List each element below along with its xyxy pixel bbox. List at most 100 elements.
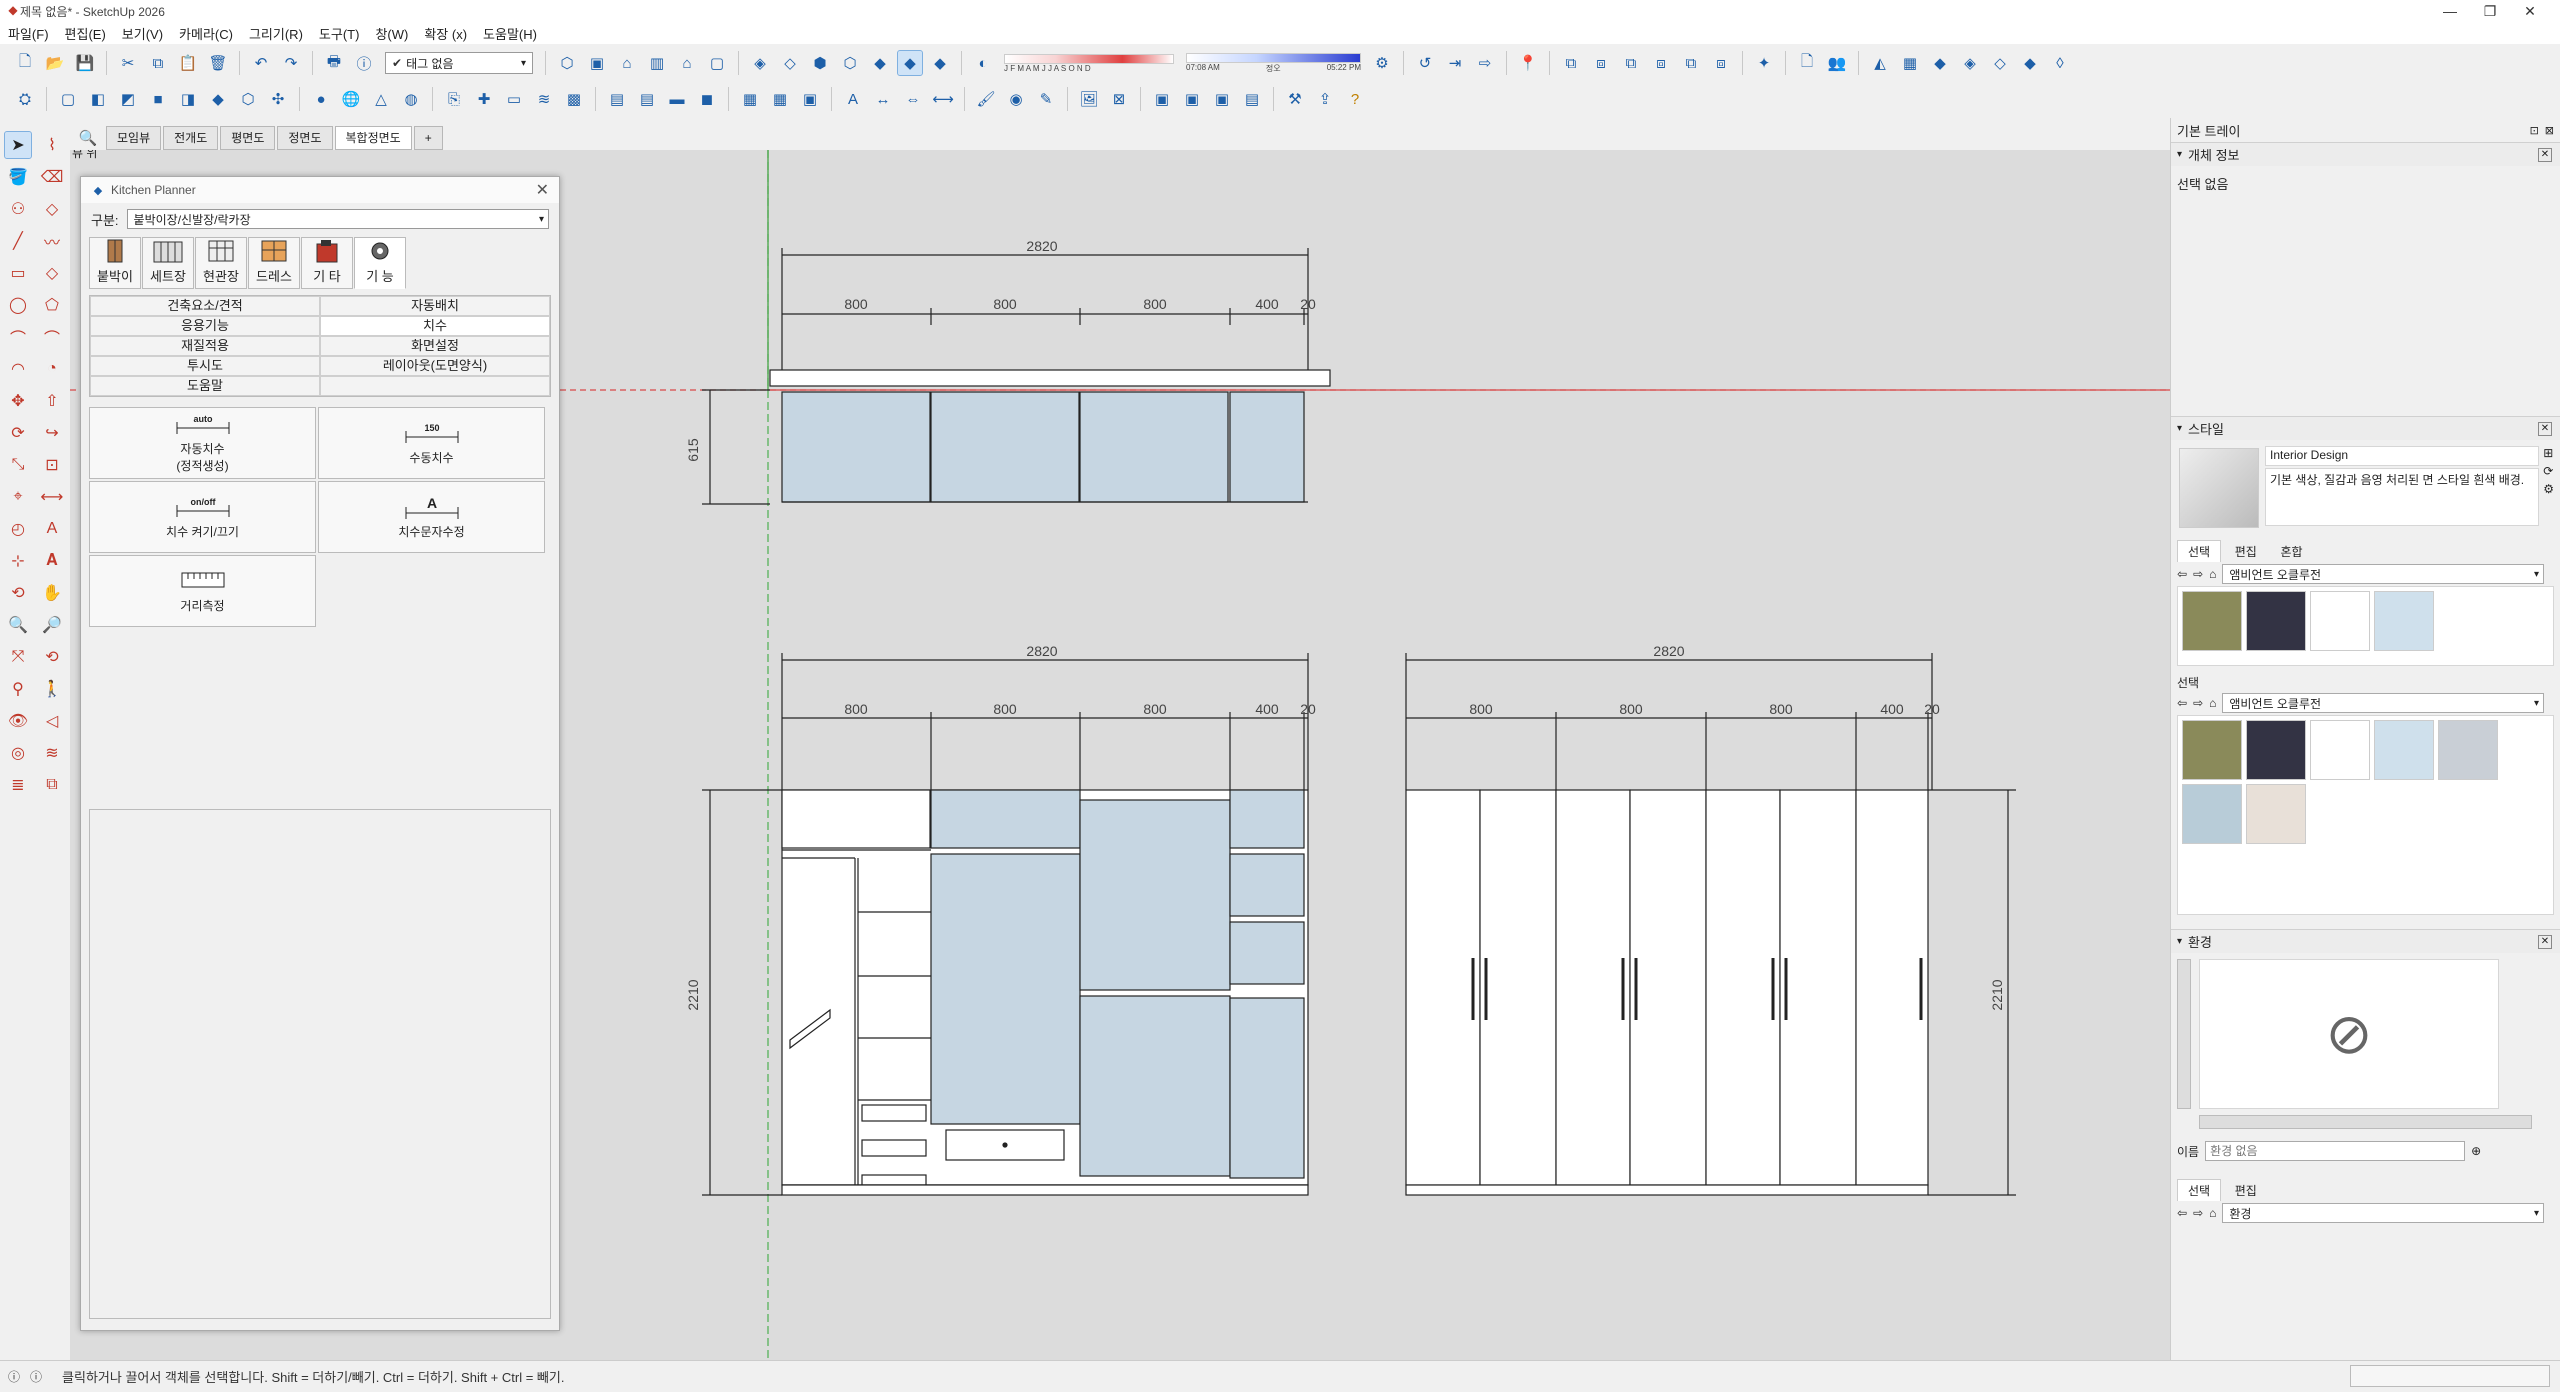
update-style-icon[interactable]: ⟳ (2543, 464, 2554, 478)
styles-tab-select[interactable]: 선택 (2177, 540, 2222, 562)
iso-view-icon[interactable]: ⬡ (555, 51, 579, 75)
freehand-icon[interactable]: 〰 (39, 228, 65, 254)
menu-auto-place[interactable]: 자동배치 (320, 296, 550, 316)
style-thumb-11[interactable] (2246, 784, 2306, 844)
layers-icon[interactable]: ≣ (5, 772, 31, 798)
sandbox-contours-icon[interactable]: ◭ (1868, 51, 1892, 75)
add-component-icon[interactable]: ✚ (472, 87, 496, 111)
layout-3-icon[interactable]: ▣ (1210, 87, 1234, 111)
walk-tool-icon[interactable]: 🚶 (39, 676, 65, 702)
shadow-time-slider[interactable]: 07:08 AM 정오 05:22 PM (1186, 52, 1361, 74)
pan-icon[interactable]: ✋ (39, 580, 65, 606)
paint-bucket-icon[interactable]: 🪣 (5, 164, 31, 190)
scene-search-icon[interactable]: 🔍 (73, 126, 103, 150)
panel-select-icon[interactable]: ▣ (798, 87, 822, 111)
environment-tab-select[interactable]: 선택 (2177, 1179, 2222, 1201)
paint-icon[interactable]: 🖌 (974, 87, 998, 111)
layout-1-icon[interactable]: ▣ (1150, 87, 1174, 111)
axes-icon[interactable]: ✣ (266, 87, 290, 111)
help-icon[interactable]: ? (1343, 87, 1367, 111)
move-icon[interactable]: ✥ (5, 388, 31, 414)
menu-camera[interactable]: 카메라(C) (171, 24, 241, 43)
close-button[interactable]: ✕ (2500, 0, 2560, 22)
paste-in-place-icon[interactable]: ⎘ (442, 87, 466, 111)
polygon-icon[interactable]: ⬠ (39, 292, 65, 318)
top-view-icon[interactable]: ▣ (585, 51, 609, 75)
dimension-toggle-button[interactable]: on/off 치수 켜기/끄기 (89, 481, 316, 553)
zoom-window-icon[interactable]: 🔎 (39, 612, 65, 638)
brick-icon[interactable]: ▩ (562, 87, 586, 111)
shaded-textures-icon[interactable]: ◆ (897, 50, 923, 76)
menu-building-estimate[interactable]: 건축요소/견적 (90, 296, 320, 316)
auto-icon[interactable]: A (841, 87, 865, 111)
entity-info-header[interactable]: ▾ 개체 정보 ✕ (2171, 142, 2560, 166)
stack-icon[interactable]: ≋ (532, 87, 556, 111)
look-around-icon[interactable]: 👁 (5, 708, 31, 734)
back-arrow-icon[interactable]: ⇦ (2177, 567, 2187, 581)
style-thumb-8[interactable] (2374, 720, 2434, 780)
text-tool-icon[interactable]: A (39, 516, 65, 542)
menu-file[interactable]: 파일(F) (0, 24, 57, 43)
cone-icon[interactable]: △ (369, 87, 393, 111)
sink-icon[interactable]: ◼ (695, 87, 719, 111)
follow-me-icon[interactable]: ↪ (39, 420, 65, 446)
box-icon[interactable]: ▢ (56, 87, 80, 111)
add-environment-icon[interactable]: ⊕ (2471, 1144, 2481, 1158)
shadows-icon[interactable]: ◐ (971, 51, 995, 75)
sparkle-icon[interactable]: ✦ (1752, 51, 1776, 75)
manual-dimension-button[interactable]: 150 수동치수 (318, 407, 545, 479)
measurements-box[interactable] (2350, 1365, 2550, 1387)
erase-icon[interactable]: 🗑 (206, 51, 230, 75)
image-delete-icon[interactable]: ⊠ (1107, 87, 1131, 111)
paste-icon[interactable]: 📋 (176, 51, 200, 75)
environment-collection-select[interactable]: 환경 ▾ (2222, 1203, 2544, 1223)
redo-icon[interactable]: ↷ (279, 51, 303, 75)
orbit-icon[interactable]: ↺ (1413, 51, 1437, 75)
pie-icon[interactable]: ◔ (39, 356, 65, 382)
drape-icon[interactable]: ◇ (1988, 51, 2012, 75)
solid-split-icon[interactable]: ⧉ (1679, 51, 1703, 75)
solid-trim-icon[interactable]: ⧈ (1649, 51, 1673, 75)
lasso-icon[interactable]: ⌇ (39, 132, 65, 158)
protractor-icon[interactable]: ◴ (5, 516, 31, 542)
style-settings-icon[interactable]: ⚙ (2543, 482, 2554, 496)
tab-function[interactable]: 기 능 (354, 237, 406, 289)
back-view-icon[interactable]: ⌂ (675, 51, 699, 75)
tray-close-icon[interactable]: ⊠ (2545, 124, 2554, 137)
styles-collection-select[interactable]: 앰비언트 오클루전 ▾ (2222, 564, 2544, 584)
panel-icon[interactable]: ▦ (738, 87, 762, 111)
style-thumb-2[interactable] (2246, 591, 2306, 651)
menu-perspective[interactable]: 투시도 (90, 356, 320, 376)
users-icon[interactable]: 👥 (1825, 51, 1849, 75)
tools-icon[interactable]: ⚒ (1283, 87, 1307, 111)
cube-blue-icon[interactable]: ■ (146, 87, 170, 111)
front-view-icon[interactable]: ⌂ (615, 51, 639, 75)
rotate-icon[interactable]: ⟳ (5, 420, 31, 446)
back-edges-icon[interactable]: ◇ (778, 51, 802, 75)
tab-scene-5[interactable]: 복합정면도 (334, 126, 412, 150)
planner-close-icon[interactable]: ✕ (536, 180, 549, 200)
undo-icon[interactable]: ↶ (249, 51, 273, 75)
solid-union-icon[interactable]: ⧉ (1559, 51, 1583, 75)
orbit-tool-icon[interactable]: ⟲ (5, 580, 31, 606)
environment-close-icon[interactable]: ✕ (2538, 934, 2552, 949)
erase-alt-icon[interactable]: ◇ (39, 196, 65, 222)
menu-display[interactable]: 화면설정 (320, 336, 550, 356)
upload-icon[interactable]: ⇪ (1313, 87, 1337, 111)
push-pull-icon[interactable]: ⇧ (39, 388, 65, 414)
category-select[interactable]: 붙박이장/신발장/락카장 ▾ (126, 209, 549, 229)
back-arrow-icon[interactable]: ⇦ (2177, 696, 2187, 710)
fog-icon[interactable]: ⚙ (1370, 51, 1394, 75)
axes-tool-icon[interactable]: ⊹ (5, 548, 31, 574)
zoom-icon[interactable]: 🔍 (5, 612, 31, 638)
sphere-icon[interactable]: ● (309, 87, 333, 111)
credits-icon[interactable]: ⓘ (30, 1368, 42, 1385)
smoove-icon[interactable]: ◆ (1928, 51, 1952, 75)
cube-outline-icon[interactable]: ◨ (176, 87, 200, 111)
menu-view[interactable]: 보기(V) (114, 24, 171, 43)
arc3-icon[interactable]: ◠ (5, 356, 31, 382)
style-description[interactable]: 기본 색상, 질감과 음영 처리된 면 스타일 흰색 배경. (2265, 468, 2540, 526)
copy-icon[interactable]: ⧉ (146, 51, 170, 75)
line-icon[interactable]: ╱ (5, 228, 31, 254)
tab-scene-1[interactable]: 모임뷰 (106, 126, 162, 150)
